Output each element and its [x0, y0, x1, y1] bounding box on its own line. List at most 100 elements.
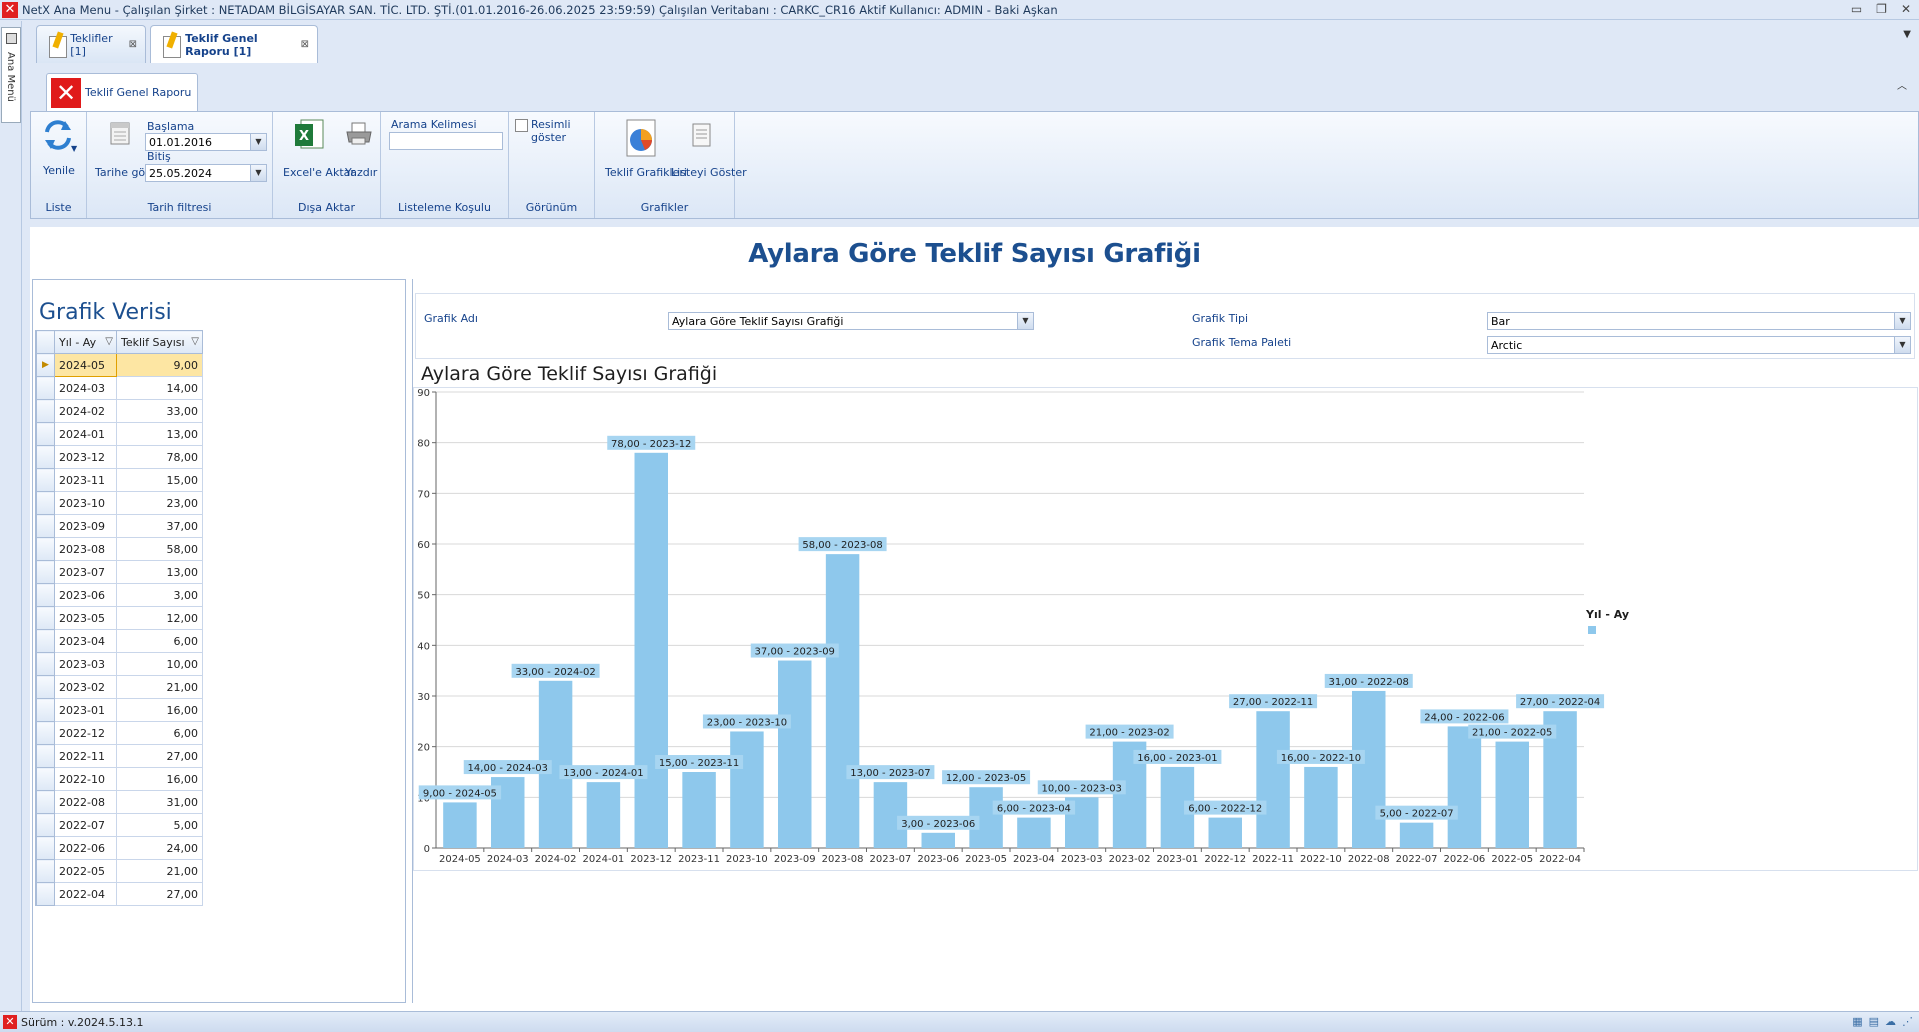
ribbon-collapse-icon[interactable]: ︿ — [1897, 77, 1907, 92]
close-report-icon[interactable]: ✕ — [51, 77, 81, 108]
column-header-year-month[interactable]: Yıl - Ay ▽ — [54, 330, 117, 354]
cell-year-month[interactable]: 2022-12 — [54, 721, 117, 745]
table-row[interactable]: 2024-01 13,00 — [36, 422, 203, 446]
table-row[interactable]: 2022-08 31,00 — [36, 790, 203, 814]
cell-year-month[interactable]: 2022-11 — [54, 744, 117, 768]
cloud-icon[interactable]: ☁ — [1885, 1015, 1896, 1028]
table-row[interactable]: 2023-08 58,00 — [36, 537, 203, 561]
table-row[interactable]: 2023-10 23,00 — [36, 491, 203, 515]
chart-type-select[interactable]: Bar ▼ — [1487, 312, 1911, 330]
refresh-button[interactable]: Yenile — [43, 164, 75, 177]
chevron-down-icon[interactable]: ▼ — [1894, 313, 1910, 329]
cell-offer-count[interactable]: 24,00 — [116, 836, 203, 860]
cell-offer-count[interactable]: 12,00 — [116, 606, 203, 630]
show-images-checkbox[interactable] — [515, 119, 528, 132]
cell-year-month[interactable]: 2023-02 — [54, 675, 117, 699]
cell-year-month[interactable]: 2023-01 — [54, 698, 117, 722]
table-row[interactable]: 2023-01 16,00 — [36, 698, 203, 722]
cell-offer-count[interactable]: 23,00 — [116, 491, 203, 515]
cell-year-month[interactable]: 2023-03 — [54, 652, 117, 676]
minimize-button[interactable]: ▭ — [1851, 2, 1862, 16]
show-list-button[interactable]: Listeyi Göster — [671, 166, 747, 179]
cell-year-month[interactable]: 2022-10 — [54, 767, 117, 791]
cell-offer-count[interactable]: 78,00 — [116, 445, 203, 469]
table-row[interactable]: 2022-05 21,00 — [36, 859, 203, 883]
table-row[interactable]: 2023-03 10,00 — [36, 652, 203, 676]
cell-offer-count[interactable]: 3,00 — [116, 583, 203, 607]
cell-year-month[interactable]: 2022-07 — [54, 813, 117, 837]
cell-year-month[interactable]: 2024-03 — [54, 376, 117, 400]
cell-offer-count[interactable]: 27,00 — [116, 882, 203, 906]
restore-button[interactable]: ❐ — [1876, 2, 1887, 16]
cell-year-month[interactable]: 2023-12 — [54, 445, 117, 469]
cell-year-month[interactable]: 2022-06 — [54, 836, 117, 860]
chevron-down-icon[interactable]: ▼ — [1894, 337, 1910, 353]
cell-offer-count[interactable]: 31,00 — [116, 790, 203, 814]
cell-offer-count[interactable]: 27,00 — [116, 744, 203, 768]
database-icon[interactable]: ▤ — [1869, 1015, 1879, 1028]
cell-year-month[interactable]: 2023-05 — [54, 606, 117, 630]
chevron-down-icon[interactable]: ▼ — [250, 165, 266, 181]
cell-year-month[interactable]: 2022-04 — [54, 882, 117, 906]
end-date-field[interactable]: 25.05.2024 ▼ — [145, 164, 267, 182]
data-grid[interactable]: Yıl - Ay ▽ Teklif Sayısı ▽ ▶ 2024-05 9,00 202… — [35, 330, 203, 906]
cell-offer-count[interactable]: 16,00 — [116, 698, 203, 722]
refresh-dropdown-icon[interactable]: ▼ — [71, 144, 77, 153]
cell-year-month[interactable]: 2023-04 — [54, 629, 117, 653]
cell-year-month[interactable]: 2024-02 — [54, 399, 117, 423]
cell-year-month[interactable]: 2022-05 — [54, 859, 117, 883]
chart-report-icon[interactable] — [625, 118, 659, 158]
cell-year-month[interactable]: 2024-01 — [54, 422, 117, 446]
chart-name-select[interactable]: Aylara Göre Teklif Sayısı Grafiği ▼ — [668, 312, 1034, 330]
table-row[interactable]: 2022-10 16,00 — [36, 767, 203, 791]
table-row[interactable]: 2023-02 21,00 — [36, 675, 203, 699]
cell-offer-count[interactable]: 37,00 — [116, 514, 203, 538]
tab-teklif-genel-raporu[interactable]: Teklif Genel Raporu [1] ⊠ — [150, 25, 318, 63]
list-document-icon[interactable] — [691, 122, 713, 148]
refresh-icon[interactable] — [41, 118, 75, 152]
cell-offer-count[interactable]: 16,00 — [116, 767, 203, 791]
cell-offer-count[interactable]: 6,00 — [116, 629, 203, 653]
cell-offer-count[interactable]: 15,00 — [116, 468, 203, 492]
cell-year-month[interactable]: 2023-07 — [54, 560, 117, 584]
cell-year-month[interactable]: 2022-08 — [54, 790, 117, 814]
cell-year-month[interactable]: 2024-05 — [54, 353, 117, 377]
chart-palette-select[interactable]: Arctic ▼ — [1487, 336, 1911, 354]
filter-icon[interactable]: ▽ — [105, 336, 113, 347]
tab-list-chevron-icon[interactable]: ▼ — [1903, 29, 1911, 40]
table-row[interactable]: 2023-06 3,00 — [36, 583, 203, 607]
table-row[interactable]: 2022-06 24,00 — [36, 836, 203, 860]
cell-offer-count[interactable]: 33,00 — [116, 399, 203, 423]
table-row[interactable]: 2023-07 13,00 — [36, 560, 203, 584]
table-row[interactable]: 2022-04 27,00 — [36, 882, 203, 906]
table-row[interactable]: ▶ 2024-05 9,00 — [36, 353, 203, 377]
cell-offer-count[interactable]: 21,00 — [116, 859, 203, 883]
cell-offer-count[interactable]: 21,00 — [116, 675, 203, 699]
table-row[interactable]: 2023-11 15,00 — [36, 468, 203, 492]
cell-year-month[interactable]: 2023-10 — [54, 491, 117, 515]
cell-year-month[interactable]: 2023-06 — [54, 583, 117, 607]
cell-offer-count[interactable]: 13,00 — [116, 422, 203, 446]
cell-offer-count[interactable]: 58,00 — [116, 537, 203, 561]
print-button[interactable]: Yazdır — [345, 166, 377, 179]
table-row[interactable]: 2022-11 27,00 — [36, 744, 203, 768]
search-input[interactable] — [389, 132, 503, 150]
cell-offer-count[interactable]: 14,00 — [116, 376, 203, 400]
main-menu-tab[interactable]: Ana Menü — [1, 27, 21, 123]
cell-offer-count[interactable]: 13,00 — [116, 560, 203, 584]
notes-icon[interactable]: ▦ — [1852, 1015, 1862, 1028]
table-row[interactable]: 2022-12 6,00 — [36, 721, 203, 745]
cell-offer-count[interactable]: 5,00 — [116, 813, 203, 837]
tab-close-icon[interactable]: ⊠ — [301, 39, 309, 50]
chevron-down-icon[interactable]: ▼ — [1017, 313, 1033, 329]
table-row[interactable]: 2022-07 5,00 — [36, 813, 203, 837]
cell-year-month[interactable]: 2023-08 — [54, 537, 117, 561]
table-row[interactable]: 2024-02 33,00 — [36, 399, 203, 423]
table-row[interactable]: 2023-04 6,00 — [36, 629, 203, 653]
filter-icon[interactable]: ▽ — [191, 336, 199, 347]
cell-offer-count[interactable]: 10,00 — [116, 652, 203, 676]
ribbon-tab-teklif-genel-raporu[interactable]: ✕ Teklif Genel Raporu — [46, 73, 199, 111]
column-header-offer-count[interactable]: Teklif Sayısı ▽ — [116, 330, 203, 354]
chevron-down-icon[interactable]: ▼ — [250, 134, 266, 150]
cell-year-month[interactable]: 2023-09 — [54, 514, 117, 538]
